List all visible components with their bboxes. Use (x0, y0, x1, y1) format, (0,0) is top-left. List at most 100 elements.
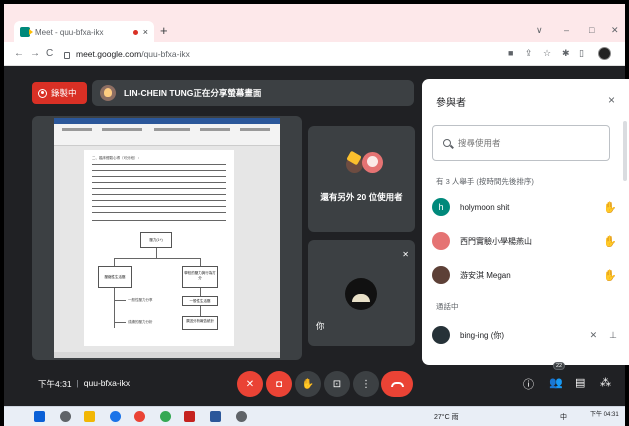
recording-label: 錄製中 (51, 88, 77, 98)
participant-name: bing-ing (你) (460, 330, 505, 340)
participant-count-badge: 22 (553, 362, 566, 370)
self-avatar (345, 278, 377, 310)
word-statusbar (54, 352, 280, 358)
others-tile[interactable]: 還有另外 20 位使用者 (308, 126, 415, 232)
participant-name: 游安淇 Megan (460, 270, 511, 280)
document-page: 二、臨床經驗心得（可分段）： 壓力(1+) 壓縮性生活壓 學校的壓力與行為打 分… (84, 150, 234, 346)
pin-icon[interactable]: ⊥ (609, 330, 617, 341)
meet-control-bar: 下午4:31 | quu-bfxa-ikx ✕ ◘ ✋ ⊡ ⋮ ⓘ 👥 22 ▤… (4, 362, 625, 404)
recording-dot-icon (132, 29, 138, 35)
diagram-box-left: 壓縮性生活壓 (98, 266, 132, 288)
system-clock[interactable]: 下午 04:31 (590, 409, 619, 418)
leave-call-button[interactable] (381, 371, 413, 397)
diagram-box-root: 壓力(1+) (140, 232, 172, 248)
extensions-icon[interactable]: ✱ (562, 48, 570, 59)
tab-search-button[interactable]: ∨ (536, 25, 543, 36)
raised-hand-icon[interactable]: ✋ (603, 269, 617, 282)
weather-widget[interactable]: 27°C 雨 (434, 412, 459, 422)
mic-toggle-button[interactable]: ✕ (237, 371, 263, 397)
address-bar[interactable]: meet.google.com/quu-bfxa-ikx (64, 46, 484, 62)
app-icon[interactable] (184, 411, 195, 422)
tab-close-button[interactable]: × (143, 27, 148, 37)
new-tab-button[interactable]: + (160, 24, 168, 37)
tab-title: Meet - quu-bfxa-ikx (35, 27, 104, 37)
shared-screen-tile[interactable]: 二、臨床經驗心得（可分段）： 壓力(1+) 壓縮性生活壓 學校的壓力與行為打 分… (32, 116, 302, 360)
participant-row[interactable]: 西門實驗小學楊燕山 ✋ (432, 229, 617, 253)
end-call-icon (390, 381, 404, 387)
address-toolbar: ← → C meet.google.com/quu-bfxa-ikx ■ ⇪ ☆… (4, 42, 625, 66)
chrome-icon[interactable] (134, 411, 145, 422)
participant-search[interactable] (432, 125, 610, 161)
participant-avatar-2 (362, 152, 383, 173)
record-icon (38, 88, 47, 98)
reload-icon[interactable]: C (46, 48, 53, 59)
presenter-text: LIN-CHEIN TUNG正在分享螢幕畫面 (124, 88, 262, 98)
participant-row[interactable]: 游安淇 Megan ✋ (432, 263, 617, 287)
participant-avatar (432, 326, 450, 344)
search-icon (443, 139, 451, 147)
raised-hand-icon[interactable]: ✋ (603, 201, 617, 214)
camera-toggle-button[interactable]: ◘ (266, 371, 292, 397)
browser-tab-strip: Meet - quu-bfxa-ikx × + ∨ – □ ✕ (4, 4, 625, 43)
raised-hand-icon[interactable]: ✋ (603, 235, 617, 248)
panel-scrollbar[interactable] (623, 121, 627, 181)
chat-icon[interactable]: ▤ (575, 376, 585, 389)
ime-indicator[interactable]: 中 (560, 412, 567, 422)
window-close-button[interactable]: ✕ (611, 25, 619, 36)
raised-hands-section: 有 3 人舉手 (按時間先後排序) (436, 177, 534, 186)
file-explorer-icon[interactable] (84, 411, 95, 422)
participant-name: 西門實驗小學楊燕山 (460, 236, 532, 246)
info-separator: | (76, 378, 79, 388)
lock-icon (64, 51, 70, 59)
url-text: meet.google.com/quu-bfxa-ikx (76, 49, 190, 59)
meet-stage: 錄製中 LIN-CHEIN TUNG正在分享螢幕畫面 二、臨床經驗心得（可分段）… (4, 66, 629, 406)
participant-row[interactable]: bing-ing (你) ✕ ⊥ (432, 323, 617, 347)
diagram-box-right: 學校的壓力與行為打 分 (182, 266, 218, 288)
diagram-leaf-2: 成績的壓力分析 (128, 320, 153, 324)
presenter-banner: LIN-CHEIN TUNG正在分享螢幕畫面 (92, 80, 414, 106)
meet-favicon-icon (20, 27, 33, 37)
more-options-button[interactable]: ⋮ (353, 371, 379, 397)
people-icon[interactable]: 👥 (549, 376, 563, 389)
back-arrow-icon[interactable]: ← (14, 48, 24, 59)
minimize-button[interactable]: – (564, 25, 569, 35)
bookmark-star-icon[interactable]: ☆ (543, 48, 551, 59)
maximize-button[interactable]: □ (589, 25, 594, 35)
raise-hand-button[interactable]: ✋ (295, 371, 321, 397)
diagram-box-right-2: 一般性生活壓 (182, 296, 218, 306)
participant-avatar (432, 266, 450, 284)
others-count-label: 還有另外 20 位使用者 (320, 192, 403, 202)
diagram-leaf-1: 一般性壓力分享 (128, 298, 153, 302)
search-input[interactable] (458, 138, 598, 148)
presenter-avatar (100, 85, 116, 101)
camera-indicator-icon[interactable]: ■ (508, 48, 513, 58)
participant-row[interactable]: h holymoon shit ✋ (432, 195, 617, 219)
meeting-details-icon[interactable]: ⓘ (523, 376, 534, 392)
app-icon[interactable] (160, 411, 171, 422)
sidepanel-icon[interactable]: ▯ (579, 48, 584, 59)
panel-title: 參與者 (436, 98, 466, 109)
search-taskbar-icon[interactable] (60, 411, 71, 422)
doc-heading: 二、臨床經驗心得（可分段）： (92, 156, 141, 160)
start-icon[interactable] (34, 411, 45, 422)
mic-off-icon[interactable]: ✕ (590, 330, 598, 341)
participant-name: holymoon shit (460, 202, 510, 212)
recording-indicator[interactable]: 錄製中 (32, 82, 87, 104)
share-icon[interactable]: ⇪ (525, 48, 533, 59)
panel-close-button[interactable]: × (608, 93, 615, 107)
forward-arrow-icon[interactable]: → (30, 48, 40, 59)
word-icon[interactable] (210, 411, 221, 422)
self-tile[interactable]: ✕ 你 (308, 240, 415, 346)
participant-avatar-1 (346, 156, 363, 173)
profile-avatar[interactable] (598, 47, 611, 60)
edge-icon[interactable] (110, 411, 121, 422)
browser-tab-meet[interactable]: Meet - quu-bfxa-ikx × (14, 21, 154, 43)
present-button[interactable]: ⊡ (324, 371, 350, 397)
activities-icon[interactable]: ⁂ (600, 376, 611, 389)
app-icon[interactable] (236, 411, 247, 422)
word-ribbon (54, 124, 280, 146)
meeting-code: quu-bfxa-ikx (83, 378, 131, 388)
participant-avatar (432, 232, 450, 250)
diagram-box-right-3: 原因分析報告統計 (182, 316, 218, 330)
mic-muted-icon: ✕ (402, 250, 409, 259)
